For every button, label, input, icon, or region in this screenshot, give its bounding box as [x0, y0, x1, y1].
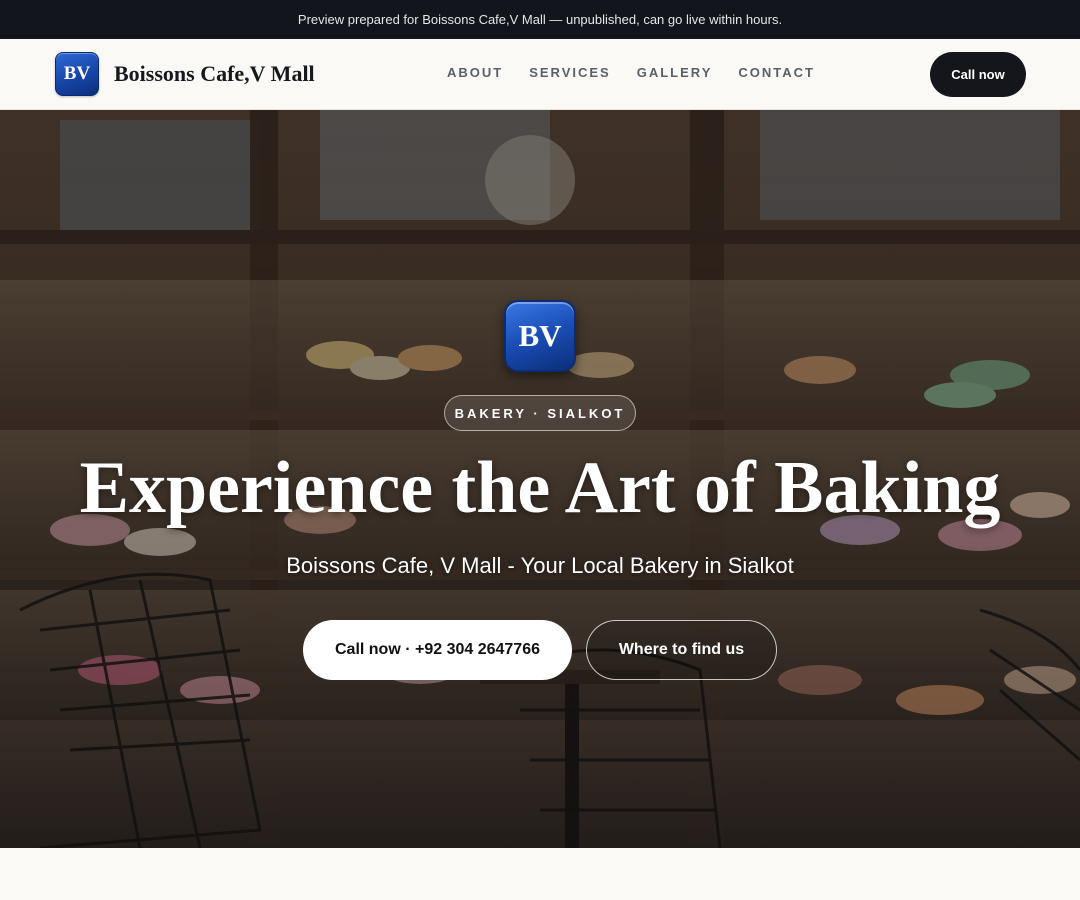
hero-title: Experience the Art of Baking: [79, 447, 1001, 529]
nav-gallery[interactable]: GALLERY: [637, 65, 713, 80]
announcement-text: Preview prepared for Boissons Cafe,V Mal…: [297, 12, 783, 27]
category-badge: BAKERY · SIALKOT: [444, 395, 636, 431]
site-header: BV Boissons Cafe,V Mall ABOUT SERVICES G…: [0, 39, 1080, 110]
announcement-bar: Preview prepared for Boissons Cafe,V Mal…: [0, 0, 1080, 39]
where-to-find-us-button[interactable]: Where to find us: [586, 620, 777, 680]
main-nav: ABOUT SERVICES GALLERY CONTACT: [447, 65, 815, 80]
nav-contact[interactable]: CONTACT: [738, 65, 815, 80]
nav-services[interactable]: SERVICES: [529, 65, 611, 80]
nav-about[interactable]: ABOUT: [447, 65, 503, 80]
call-now-button[interactable]: Call now · +92 304 2647766: [303, 620, 572, 680]
brand-name: Boissons Cafe,V Mall: [114, 61, 315, 86]
hero-logo: BV: [504, 300, 576, 372]
brand-link[interactable]: BV Boissons Cafe,V Mall: [55, 52, 315, 96]
hero-subtitle: Boissons Cafe, V Mall - Your Local Baker…: [286, 553, 794, 578]
brand-logo-text: BV: [63, 63, 91, 84]
brand-logo: BV: [55, 52, 99, 96]
hero-section: BV BAKERY · SIALKOT Experience the Art o…: [0, 110, 1080, 848]
hero-logo-text: BV: [518, 318, 562, 353]
header-call-button[interactable]: Call now: [930, 52, 1026, 97]
